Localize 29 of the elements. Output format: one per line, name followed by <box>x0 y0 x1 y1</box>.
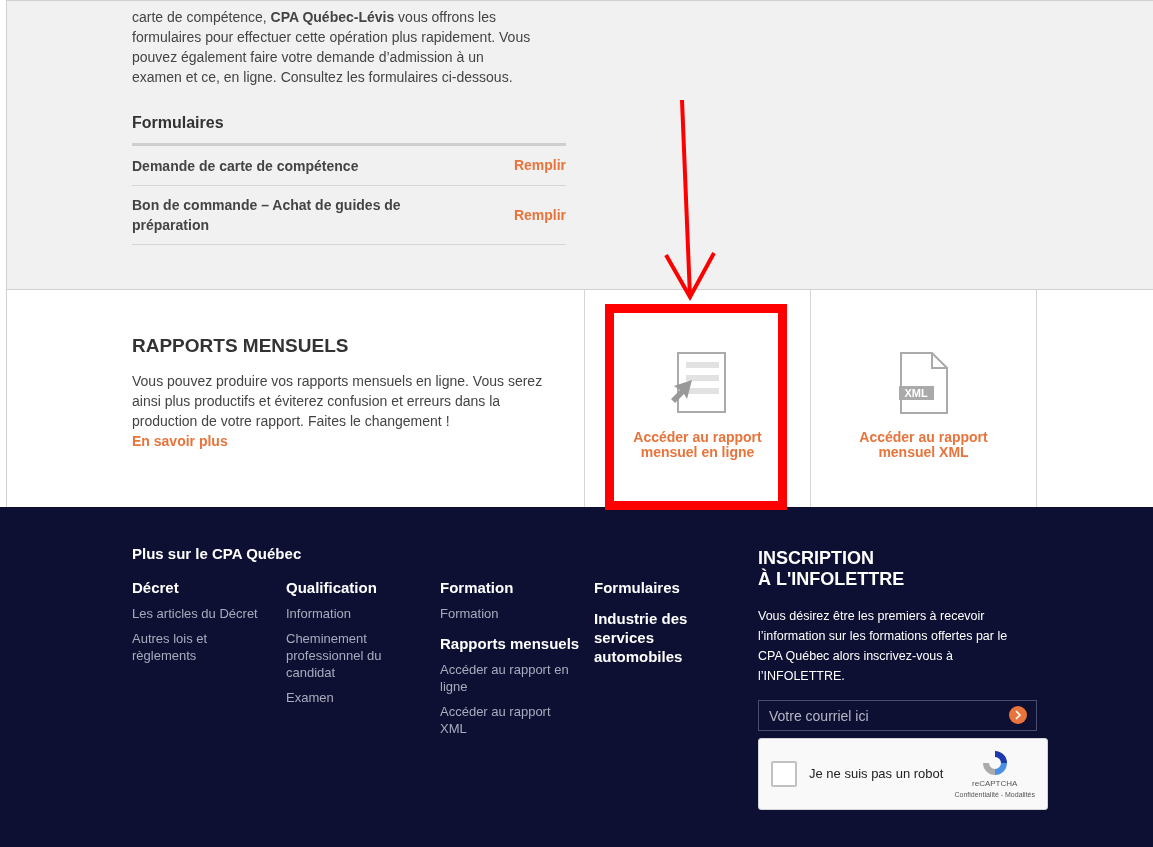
section-heading: RAPPORTS MENSUELS <box>132 334 350 358</box>
form-name: Demande de carte de compétence <box>132 156 360 176</box>
footer-link[interactable]: Autres lois et règlements <box>132 629 272 664</box>
document-cursor-icon <box>669 352 726 414</box>
newsletter-title: INSCRIPTION À L'INFOLETTRE <box>758 548 906 590</box>
footer-link[interactable]: Formation <box>440 604 580 622</box>
footer-heading: Qualification <box>286 577 378 597</box>
recaptcha-brand: reCAPTCHA <box>972 777 1018 790</box>
footer-link[interactable]: Examen <box>286 688 426 706</box>
footer-heading: Décret <box>132 577 180 597</box>
captcha-label: Je ne suis pas un robot <box>809 765 945 784</box>
captcha-checkbox[interactable] <box>771 761 797 787</box>
footer-link[interactable]: Accéder au rapport en ligne <box>440 660 580 695</box>
form-name: Bon de commande – Achat de guides de préparation <box>132 196 402 235</box>
footer-link[interactable]: Accéder au rapport XML <box>440 702 580 737</box>
footer-heading: Industrie des services automobiles <box>594 608 689 666</box>
footer-heading: Rapports mensuels <box>440 633 580 653</box>
xml-file-icon: XML <box>898 352 949 414</box>
newsletter-text: Vous désirez être les premiers à recevoir l’information sur les formations offertes par le CPA Québec alors inscrivez-vous à l’INFOLETTRE. <box>758 608 1009 685</box>
intro-paragraph: carte de compétence, CPA Québec-Lévis vous offrons les formulaires pour effectuer cette opération plus rapidement. Vous pouvez également faire votre demande d’admission à un examen et ce, en ligne. Consultez les formulaires ci-dessous. <box>132 8 532 87</box>
section-heading: Formulaires <box>132 113 225 133</box>
footer-link[interactable]: Cheminement professionnel du candidat <box>286 629 426 681</box>
footer-link[interactable]: Information <box>286 604 426 622</box>
footer-heading: Formation <box>440 577 515 597</box>
footer-link[interactable]: Les articles du Décret <box>132 604 272 622</box>
email-field[interactable]: Votre courriel ici <box>758 700 1037 731</box>
footer-heading: Formulaires <box>594 577 681 597</box>
reports-description: Vous pouvez produire vos rapports mensuels en ligne. Vous serez ainsi plus productifs et éviterez confusion et erreurs dans la production de votre rapport. Faites le changement ! <box>132 371 544 431</box>
footer-title: Plus sur le CPA Québec <box>132 544 303 564</box>
